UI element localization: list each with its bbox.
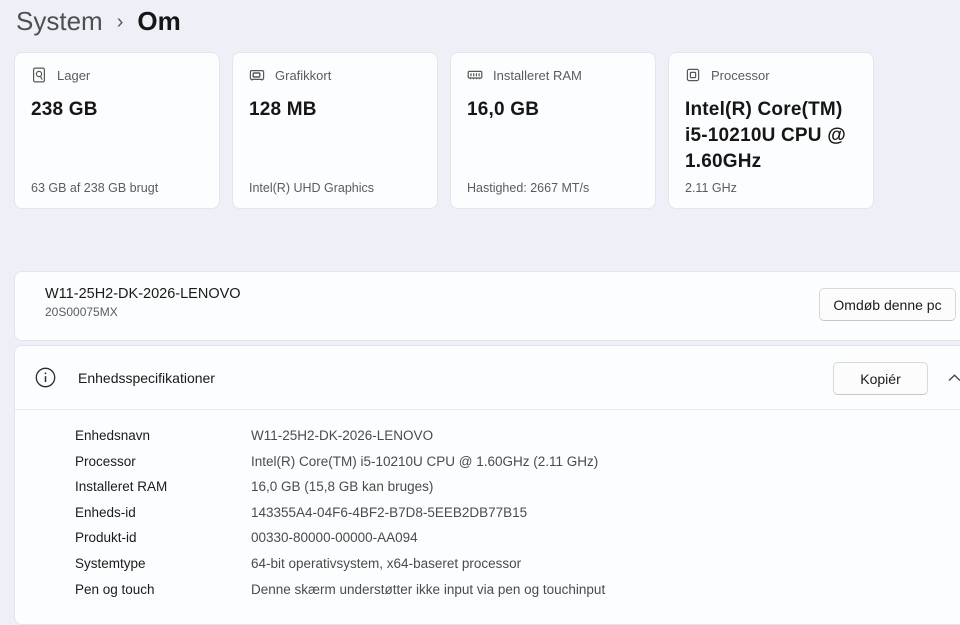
breadcrumb-system[interactable]: System [16,5,103,37]
spec-label: Enhedsnavn [75,428,151,443]
card-footer: Hastighed: 2667 MT/s [467,181,590,195]
storage-icon [31,67,47,83]
summary-cards: Lager 238 GB 63 GB af 238 GB brugt Grafi… [14,52,874,209]
device-specs-header[interactable]: Enhedsspecifikationer Kopiér [15,346,960,410]
card-value: Intel(R) Core(TM) i5-10210U CPU @ 1.60GH… [685,99,846,172]
rename-pc-button[interactable]: Omdøb denne pc [819,288,956,321]
card-value: 16,0 GB [467,99,540,120]
spec-value: 16,0 GB (15,8 GB kan bruges) [251,479,434,495]
gpu-icon [249,67,265,83]
card-label: Lager [57,67,91,83]
card-graphics: Grafikkort 128 MB Intel(R) UHD Graphics [232,52,438,209]
device-name-panel: W11-25H2-DK-2026-LENOVO 20S00075MX Omdøb… [14,271,960,341]
spec-value: Intel(R) Core(TM) i5-10210U CPU @ 1.60GH… [251,453,599,469]
cpu-icon [685,67,701,83]
device-specs-table: Enhedsnavn W11-25H2-DK-2026-LENOVO Proce… [15,410,960,602]
card-footer: 63 GB af 238 GB brugt [31,181,159,195]
card-label: Installeret RAM [493,67,582,83]
spec-label: Systemtype [75,555,146,571]
card-label: Processor [711,67,770,83]
copy-button[interactable]: Kopiér [833,362,928,395]
card-footer: Intel(R) UHD Graphics [249,181,375,195]
spec-value: W11-25H2-DK-2026-LENOVO [251,428,434,443]
info-icon [35,367,56,388]
card-footer: 2.11 GHz [685,181,737,195]
breadcrumb: System › Om [16,4,181,38]
spec-value: 143355A4-04F6-4BF2-B7D8-5EEB2DB77B15 [251,504,528,520]
spec-value: Denne skærm understøtter ikke input via … [251,581,606,597]
spec-row-device-id: Enheds-id 143355A4-04F6-4BF2-B7D8-5EEB2D… [75,500,960,526]
ram-icon [467,67,483,83]
card-processor: Processor Intel(R) Core(TM) i5-10210U CP… [668,52,874,209]
spec-row-system-type: Systemtype 64-bit operativsystem, x64-ba… [75,551,960,577]
card-value: 128 MB [249,99,317,120]
spec-row-processor: Processor Intel(R) Core(TM) i5-10210U CP… [75,449,960,475]
spec-row-device-name: Enhedsnavn W11-25H2-DK-2026-LENOVO [75,423,960,449]
card-storage: Lager 238 GB 63 GB af 238 GB brugt [14,52,220,209]
spec-row-pen-touch: Pen og touch Denne skærm understøtter ik… [75,577,960,603]
spec-label: Produkt-id [75,530,137,546]
card-ram: Installeret RAM 16,0 GB Hastighed: 2667 … [450,52,656,209]
card-value: 238 GB [31,99,98,120]
spec-row-ram: Installeret RAM 16,0 GB (15,8 GB kan bru… [75,474,960,500]
spec-value: 64-bit operativsystem, x64-baseret proce… [251,555,522,571]
page-title: Om [137,6,181,36]
chevron-right-icon: › [116,11,124,33]
card-label: Grafikkort [275,67,332,83]
spec-row-product-id: Produkt-id 00330-80000-00000-AA094 [75,525,960,551]
spec-label: Installeret RAM [75,479,168,495]
spec-value: 00330-80000-00000-AA094 [251,530,418,546]
device-specs-title: Enhedsspecifikationer [78,369,215,386]
spec-label: Enheds-id [75,504,136,520]
spec-label: Pen og touch [75,581,155,597]
chevron-up-icon[interactable] [940,367,960,389]
device-specs-panel: Enhedsspecifikationer Kopiér Enhedsnavn … [14,345,960,625]
spec-label: Processor [75,453,136,469]
